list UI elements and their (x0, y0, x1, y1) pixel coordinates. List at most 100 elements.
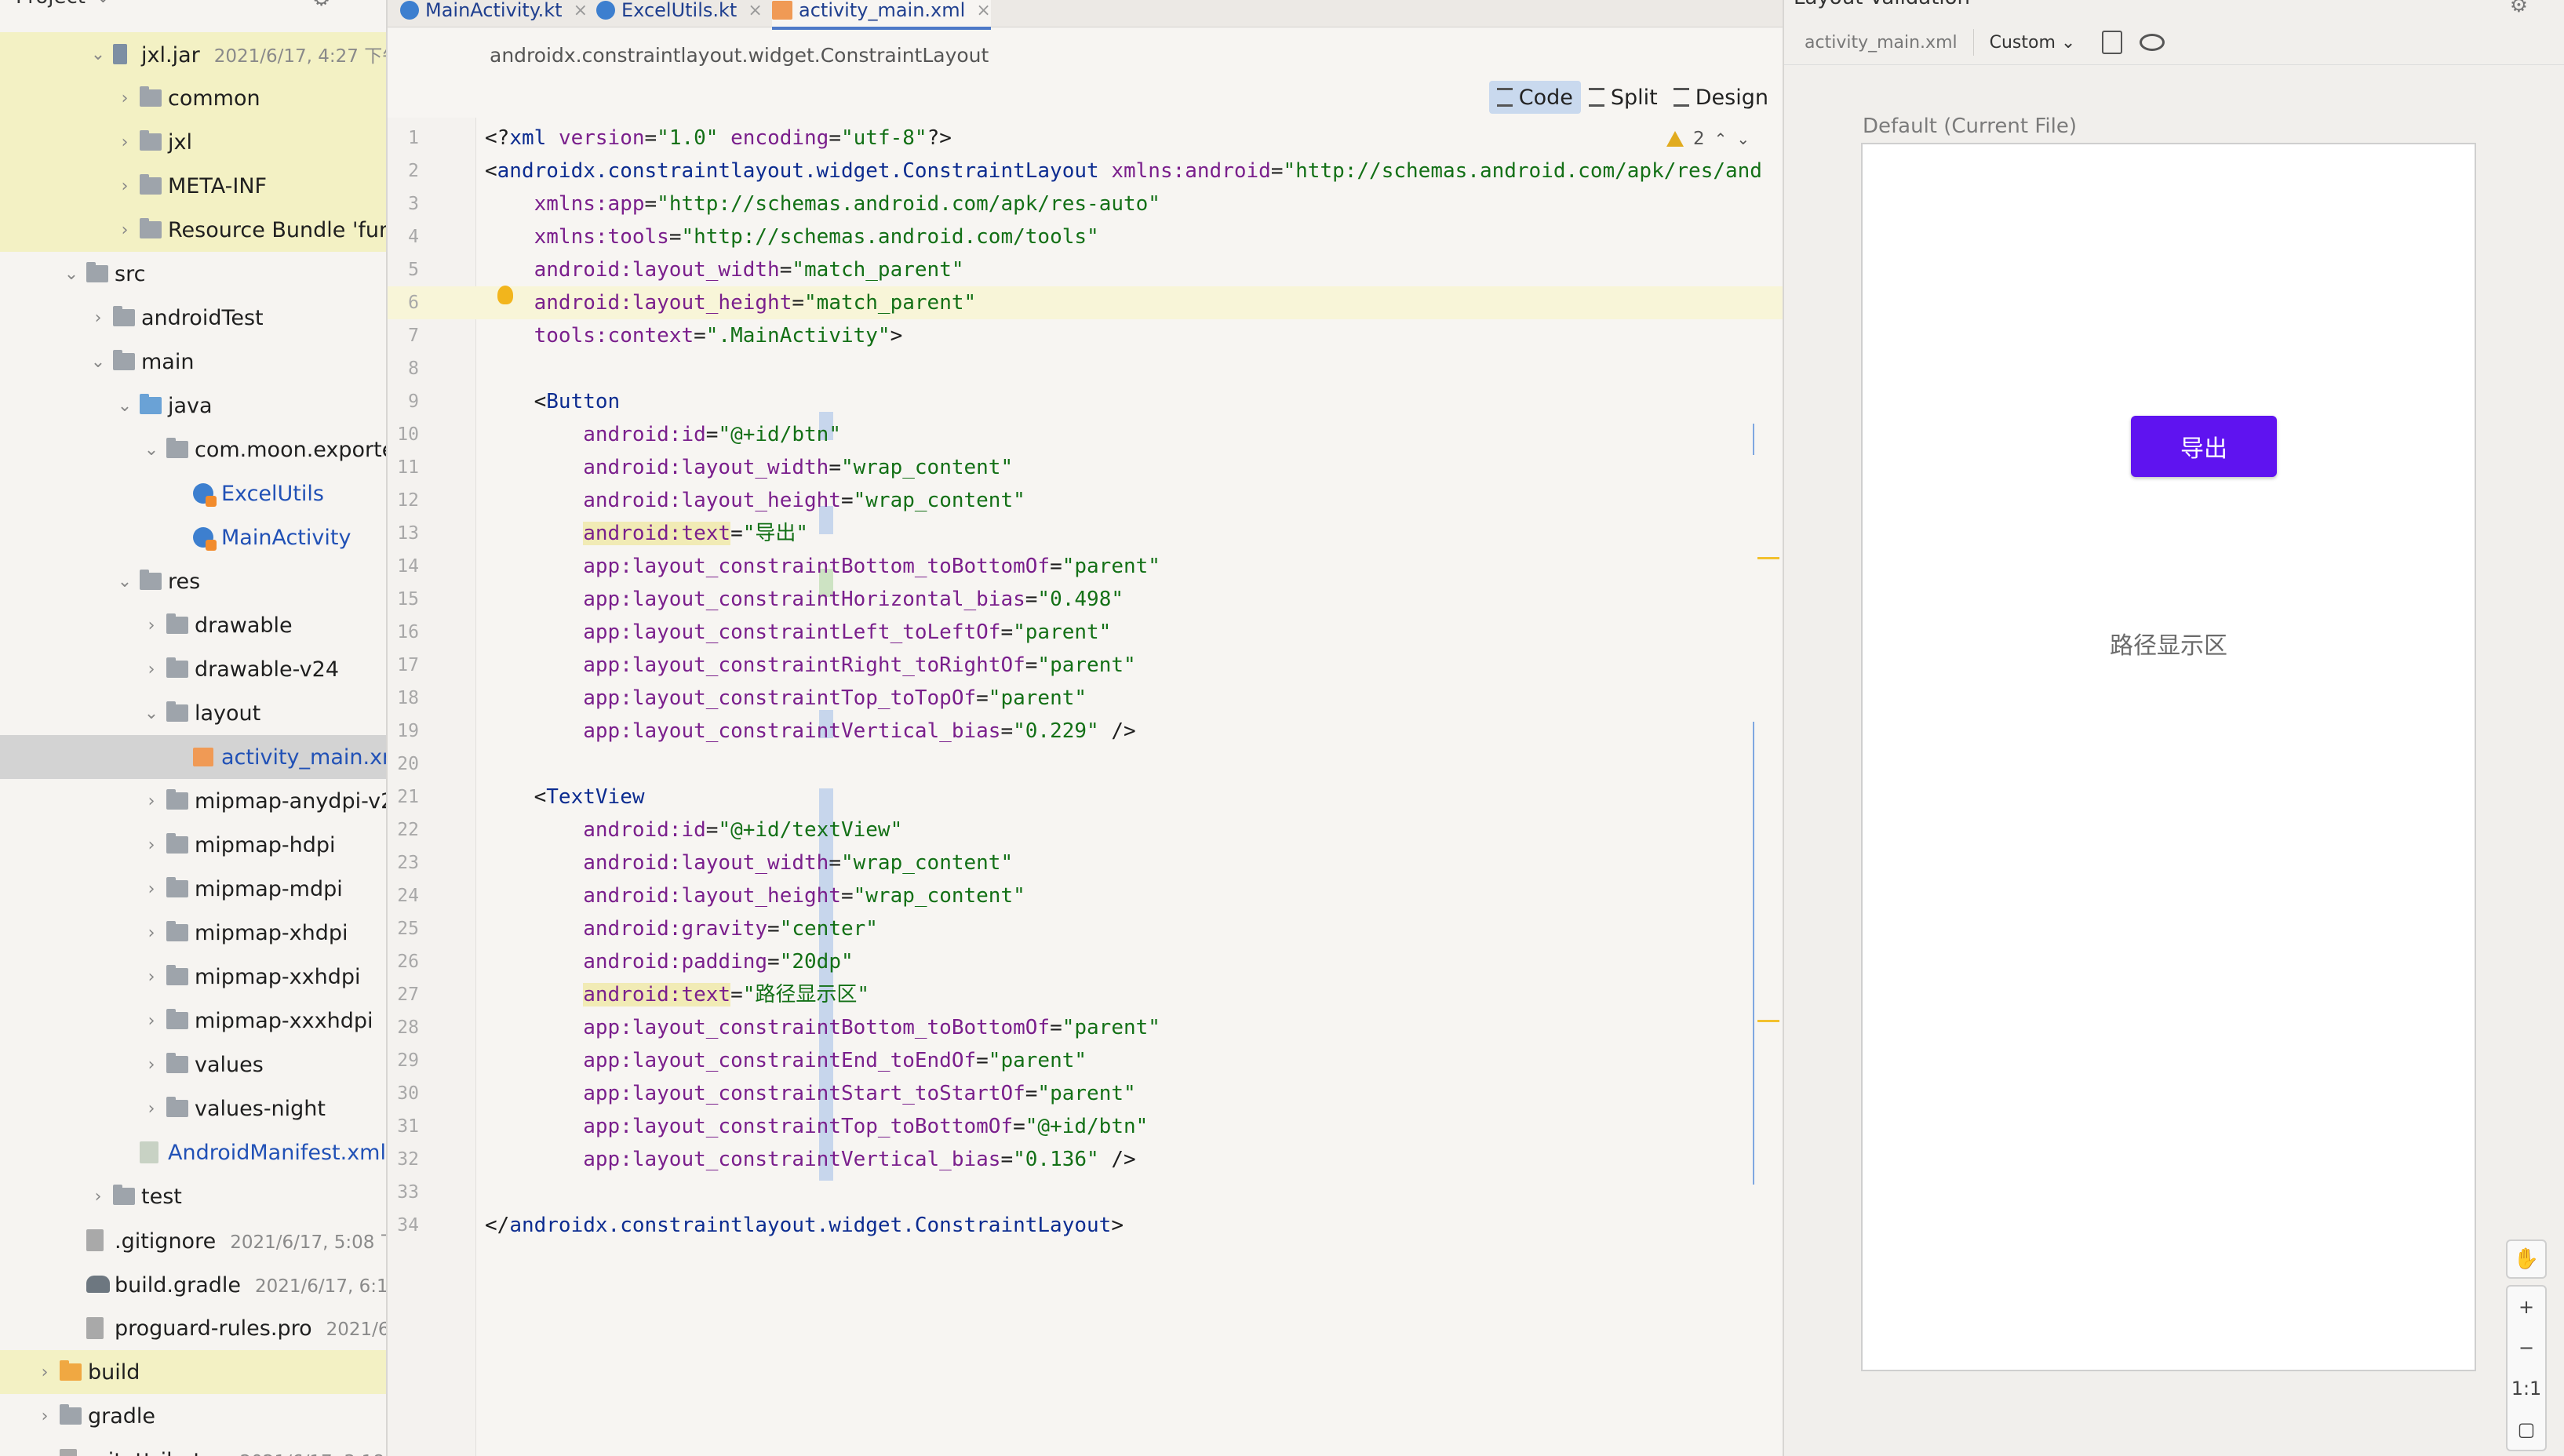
code-line[interactable]: 30 app:layout_constraintStart_toStartOf=… (388, 1077, 1783, 1110)
code-line[interactable]: 16 app:layout_constraintLeft_toLeftOf="p… (388, 616, 1783, 649)
close-icon[interactable]: × (976, 1, 990, 20)
code-line[interactable]: 7 tools:context=".MainActivity"> (388, 319, 1783, 352)
chevron-down-icon[interactable]: ⌄ (116, 572, 133, 592)
chevron-right-icon[interactable]: › (36, 1363, 53, 1382)
tree-item[interactable]: › test (0, 1174, 386, 1218)
tree-item[interactable]: ⌄ main (0, 340, 386, 384)
zoom-out-button[interactable]: − (2508, 1327, 2545, 1368)
breadcrumb[interactable]: androidx.constraintlayout.widget.Constra… (490, 44, 989, 67)
editor-tab[interactable]: activity_main.xml × (772, 0, 991, 30)
chevron-right-icon[interactable]: › (89, 1187, 107, 1207)
code-line[interactable]: 1 <?xml version="1.0" encoding="utf-8"?> (388, 122, 1783, 155)
chevron-right-icon[interactable]: › (116, 177, 133, 196)
tree-item[interactable]: ExcelUtils (0, 471, 386, 515)
code-line[interactable]: 9 <Button (388, 385, 1783, 418)
chevron-right-icon[interactable]: › (143, 1011, 160, 1031)
tree-item[interactable]: › mipmap-anydpi-v2 (0, 779, 386, 823)
tree-item[interactable]: › drawable (0, 603, 386, 647)
tree-item[interactable]: › Resource Bundle 'func (0, 208, 386, 252)
chevron-down-icon[interactable]: ⌄ (89, 352, 107, 372)
code-line[interactable]: 15 app:layout_constraintHorizontal_bias=… (388, 583, 1783, 616)
code-line[interactable]: 4 xmlns:tools="http://schemas.android.co… (388, 220, 1783, 253)
tree-item[interactable]: › common (0, 76, 386, 120)
scrollbar-thumb[interactable] (1753, 424, 1754, 455)
chevron-right-icon[interactable]: › (143, 879, 160, 899)
eye-icon[interactable] (2140, 34, 2165, 51)
inspection-widget[interactable]: 2 ⌃ ⌄ (1666, 129, 1750, 149)
chevron-down-icon[interactable]: ⌄ (89, 45, 107, 64)
code-line[interactable]: 28 app:layout_constraintBottom_toBottomO… (388, 1011, 1783, 1044)
chevron-down-icon[interactable]: ⌄ (1736, 129, 1750, 148)
tree-item[interactable]: › mipmap-xhdpi (0, 911, 386, 955)
scrollbar-marker[interactable] (1757, 557, 1779, 559)
view-mode-design[interactable]: Design (1666, 81, 1776, 114)
chevron-right-icon[interactable]: › (143, 792, 160, 811)
code-line[interactable]: 12 android:layout_height="wrap_content" (388, 484, 1783, 517)
code-line[interactable]: 18 app:layout_constraintTop_toTopOf="par… (388, 682, 1783, 715)
tree-item[interactable]: .gitattributes 2021/6/17, 3:18 下午 (0, 1438, 386, 1456)
close-icon[interactable]: × (574, 1, 588, 20)
tree-item[interactable]: ⌄ com.moon.exporte: (0, 428, 386, 471)
code-line[interactable]: 34 </androidx.constraintlayout.widget.Con… (388, 1209, 1783, 1242)
chevron-down-icon[interactable]: ⌄ (143, 440, 160, 460)
zoom-in-button[interactable]: + (2508, 1287, 2545, 1327)
tree-item[interactable]: ⌄ java (0, 384, 386, 428)
tree-item[interactable]: › mipmap-xxhdpi (0, 955, 386, 999)
chevron-right-icon[interactable]: › (116, 220, 133, 240)
tree-item[interactable]: › jxl (0, 120, 386, 164)
view-mode-code[interactable]: Code (1488, 81, 1581, 114)
chevron-right-icon[interactable]: › (116, 89, 133, 108)
device-preview[interactable]: 导出 路径显示区 (1861, 143, 2476, 1371)
code-line[interactable]: 14 app:layout_constraintBottom_toBottomO… (388, 550, 1783, 583)
code-line[interactable]: 24 android:layout_height="wrap_content" (388, 879, 1783, 912)
code-line[interactable]: 20 (388, 748, 1783, 781)
code-line[interactable]: 26 android:padding="20dp" (388, 945, 1783, 978)
code-line[interactable]: 3 xmlns:app="http://schemas.android.com/… (388, 187, 1783, 220)
gear-icon[interactable]: ⚙ (2510, 0, 2528, 17)
editor-tab[interactable]: ExcelUtils.kt × (596, 0, 763, 27)
tree-item[interactable]: › values (0, 1043, 386, 1087)
scrollbar-marker[interactable] (1757, 1020, 1779, 1022)
tree-item[interactable]: › mipmap-hdpi (0, 823, 386, 867)
tree-item[interactable]: › mipmap-xxxhdpi (0, 999, 386, 1043)
tree-item[interactable]: ⌄ layout (0, 691, 386, 735)
code-line[interactable]: 5 android:layout_width="match_parent" (388, 253, 1783, 286)
file-label[interactable]: activity_main.xml (1805, 33, 1958, 53)
tree-item[interactable]: › build (0, 1350, 386, 1394)
tree-item[interactable]: › gradle (0, 1394, 386, 1438)
chevron-right-icon[interactable]: › (89, 308, 107, 328)
tree-item[interactable]: ⌄ res (0, 559, 386, 603)
view-mode-split[interactable]: Split (1581, 81, 1666, 114)
code-line[interactable]: 11 android:layout_width="wrap_content" (388, 451, 1783, 484)
new-file-icon[interactable] (2102, 31, 2123, 54)
config-dropdown[interactable]: Custom ⌄ (1990, 33, 2076, 53)
chevron-down-icon[interactable]: ⌄ (116, 396, 133, 416)
chevron-down-icon[interactable]: ⌄ (63, 264, 80, 284)
close-icon[interactable]: × (748, 1, 762, 20)
tree-item[interactable]: activity_main.xm (0, 735, 386, 779)
code-line[interactable]: 33 (388, 1176, 1783, 1209)
chevron-right-icon[interactable]: › (143, 923, 160, 943)
chevron-down-icon[interactable]: ⌄ (143, 704, 160, 723)
code-lines[interactable]: 1 <?xml version="1.0" encoding="utf-8"?> 2… (388, 122, 1783, 1242)
zoom-actual-size-button[interactable]: 1:1 (2508, 1368, 2545, 1409)
editor-tab[interactable]: MainActivity.kt × (400, 0, 588, 27)
code-line[interactable]: 31 app:layout_constraintTop_toBottomOf="… (388, 1110, 1783, 1143)
tree-item[interactable]: proguard-rules.pro 2021/6/1 (0, 1306, 386, 1350)
chevron-up-icon[interactable]: ⌃ (1714, 129, 1728, 148)
chevron-right-icon[interactable]: › (143, 616, 160, 635)
chevron-right-icon[interactable]: › (143, 967, 160, 987)
tree-item[interactable]: › META-INF (0, 164, 386, 208)
code-line[interactable]: 17 app:layout_constraintRight_toRightOf=… (388, 649, 1783, 682)
code-line[interactable]: 27 android:text="路径显示区" (388, 978, 1783, 1011)
tree-item[interactable]: › mipmap-mdpi (0, 867, 386, 911)
code-line[interactable]: 8 (388, 352, 1783, 385)
hand-pan-icon[interactable]: ✋ (2506, 1239, 2547, 1279)
code-line[interactable]: 6 android:layout_height="match_parent" (388, 286, 1783, 319)
chevron-right-icon[interactable]: › (143, 1055, 160, 1075)
tree-item[interactable]: › values-night (0, 1087, 386, 1130)
tree-item[interactable]: build.gradle 2021/6/17, 6:11 下 (0, 1262, 386, 1306)
tree-item[interactable]: .gitignore 2021/6/17, 5:08 下午 (0, 1218, 386, 1262)
project-panel-header[interactable]: Project ⌄ ⚙ (0, 0, 386, 11)
code-line[interactable]: 22 android:id="@+id/textView" (388, 814, 1783, 846)
